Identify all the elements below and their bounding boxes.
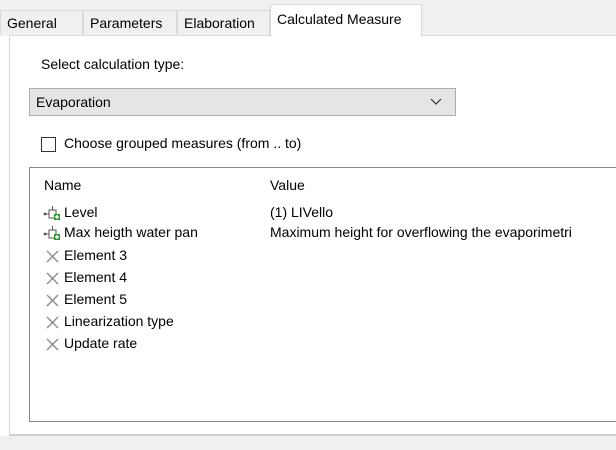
tab-label: General (7, 15, 57, 31)
grouped-measures-label[interactable]: Choose grouped measures (from .. to) (64, 135, 301, 151)
tab-strip: General Parameters Elaboration Calculate… (0, 0, 616, 37)
chevron-down-icon (430, 98, 442, 105)
calc-type-label: Select calculation type: (41, 56, 185, 72)
cross-icon (46, 316, 59, 329)
row-value: Maximum height for overflowing the evapo… (270, 224, 572, 240)
grouped-measures-checkbox[interactable] (41, 137, 56, 152)
bottom-strip (0, 436, 616, 450)
tab-parameters[interactable]: Parameters (83, 10, 177, 34)
list-item[interactable]: Element 4 (30, 268, 616, 288)
measure-link-icon (43, 206, 60, 220)
measure-list[interactable]: Name Value Level (1) LIVello Max heigth … (29, 167, 616, 422)
row-name: Linearization type (64, 313, 174, 329)
row-name: Element 5 (64, 291, 128, 307)
row-name: Level (64, 204, 98, 220)
list-item[interactable]: Element 3 (30, 246, 616, 266)
list-item[interactable]: Update rate (30, 334, 616, 354)
calc-type-dropdown[interactable]: Evaporation (29, 88, 456, 116)
cross-icon (46, 294, 59, 307)
column-header-value[interactable]: Value (270, 177, 305, 193)
tab-elaboration[interactable]: Elaboration (177, 10, 270, 34)
list-item[interactable]: Linearization type (30, 312, 616, 332)
tab-label: Elaboration (184, 15, 255, 31)
tab-label: Calculated Measure (277, 11, 402, 27)
row-name: Element 3 (64, 247, 128, 263)
list-item[interactable]: Element 5 (30, 290, 616, 310)
list-item[interactable]: Max heigth water pan Maximum height for … (30, 223, 616, 243)
measure-link-icon (43, 226, 60, 240)
calc-type-value: Evaporation (36, 94, 111, 110)
column-header-name[interactable]: Name (44, 177, 81, 193)
tab-general[interactable]: General (0, 10, 83, 34)
tab-calculated-measure[interactable]: Calculated Measure (270, 4, 422, 37)
row-value: (1) LIVello (270, 204, 334, 220)
cross-icon (46, 338, 59, 351)
row-name: Update rate (64, 335, 138, 351)
tab-label: Parameters (90, 15, 163, 31)
cross-icon (46, 250, 59, 263)
cross-icon (46, 272, 59, 285)
row-name: Element 4 (64, 269, 128, 285)
list-item[interactable]: Level (1) LIVello (30, 203, 616, 223)
row-name: Max heigth water pan (64, 224, 198, 240)
